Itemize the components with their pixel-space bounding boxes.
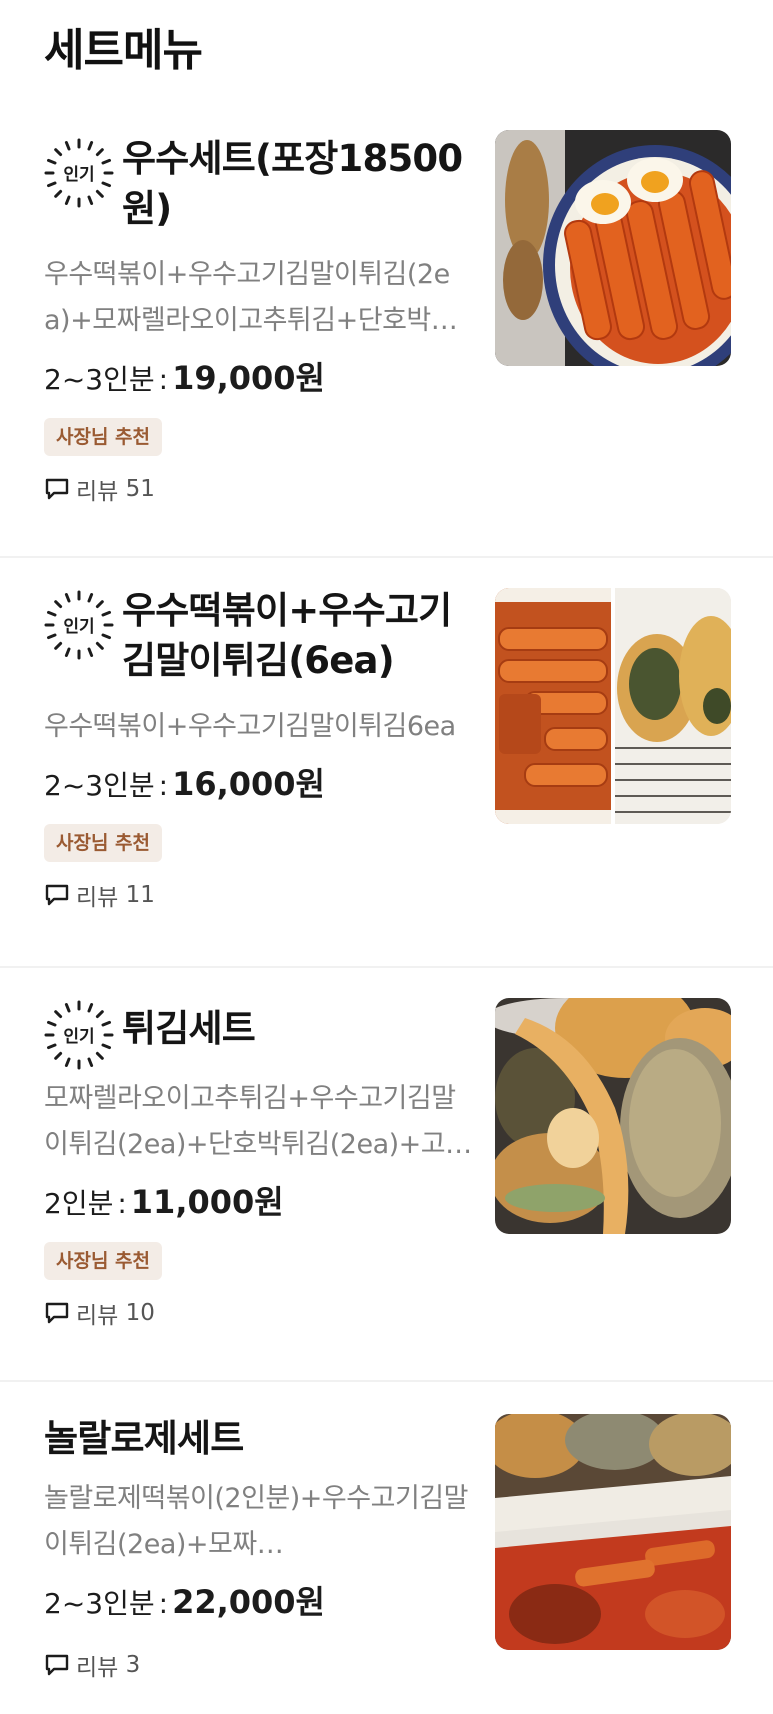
- serving-size: 2인분: [44, 1187, 114, 1220]
- item-price: 19,000원: [172, 359, 325, 397]
- price-row: 2~3인분:19,000원: [44, 358, 474, 400]
- menu-item-info: 놀랄로제세트 놀랄로제떡볶이(2인분)+우수고기김말이튀김(2ea)+모짜… 2…: [44, 1414, 474, 1682]
- popular-badge-label: 인기: [63, 617, 94, 637]
- review-number: 11: [125, 882, 155, 908]
- owner-recommend-badge: 사장님 추천: [44, 418, 163, 456]
- set-menu-page: 세트메뉴 인기 우수세트(포장18500원) 우수떡볶이+우수고기김말이튀김(2…: [0, 0, 773, 1714]
- speech-bubble-icon: [45, 1302, 69, 1324]
- item-price: 22,000원: [172, 1583, 325, 1621]
- section-title: 세트메뉴: [44, 25, 203, 76]
- item-description: 우수떡볶이+우수고기김말이튀김6ea: [44, 711, 456, 742]
- review-count: 리뷰 51: [44, 472, 474, 506]
- rose-set-photo: [495, 1414, 731, 1650]
- tteokbokki-gimmari-photo: [495, 588, 731, 824]
- popular-badge-icon: 인기: [44, 590, 114, 660]
- title-row: 놀랄로제세트: [44, 1414, 474, 1464]
- review-label: 리뷰: [76, 1303, 119, 1329]
- item-description: 모짜렐라오이고추튀김+우수고기김말이튀김(2ea)+단호박튀김(2ea)+고…: [44, 1083, 472, 1160]
- speech-bubble-icon: [45, 478, 69, 500]
- menu-item-1[interactable]: 인기 우수세트(포장18500원) 우수떡볶이+우수고기김말이튀김(2ea)+모…: [0, 104, 773, 558]
- item-name: 튀김세트: [122, 1007, 256, 1050]
- menu-item-image: [495, 1414, 731, 1650]
- menu-item-4[interactable]: 놀랄로제세트 놀랄로제떡볶이(2인분)+우수고기김말이튀김(2ea)+모짜… 2…: [0, 1380, 773, 1714]
- tteokbokki-eggs-photo: [495, 130, 731, 366]
- item-name: 우수떡볶이+우수고기김말이튀김(6ea): [122, 589, 452, 682]
- menu-item-image: [495, 998, 731, 1234]
- item-price: 16,000원: [172, 765, 325, 803]
- price-row: 2~3인분:16,000원: [44, 764, 474, 806]
- popular-badge-label: 인기: [63, 165, 94, 185]
- review-count: 리뷰 10: [44, 1296, 474, 1330]
- serving-size: 2~3인분: [44, 363, 155, 396]
- speech-bubble-icon: [45, 1654, 69, 1676]
- review-count: 리뷰 11: [44, 878, 474, 912]
- review-number: 10: [125, 1300, 155, 1326]
- speech-bubble-icon: [45, 884, 69, 906]
- title-row: 인기 우수세트(포장18500원): [44, 134, 474, 234]
- popular-badge-icon: 인기: [44, 138, 114, 208]
- menu-item-2[interactable]: 인기 우수떡볶이+우수고기김말이튀김(6ea) 우수떡볶이+우수고기김말이튀김6…: [0, 556, 773, 968]
- price-separator: :: [158, 1587, 169, 1620]
- fried-set-photo: [495, 998, 731, 1234]
- item-name: 우수세트(포장18500원): [122, 137, 463, 230]
- title-row: 인기 튀김세트: [44, 996, 474, 1070]
- serving-size: 2~3인분: [44, 769, 155, 802]
- review-label: 리뷰: [76, 1655, 119, 1681]
- menu-item-info: 인기 우수세트(포장18500원) 우수떡볶이+우수고기김말이튀김(2ea)+모…: [44, 134, 474, 506]
- title-row: 인기 우수떡볶이+우수고기김말이튀김(6ea): [44, 586, 474, 686]
- price-separator: :: [117, 1187, 127, 1220]
- owner-recommend-badge: 사장님 추천: [44, 1242, 163, 1280]
- item-description: 우수떡볶이+우수고기김말이튀김(2ea)+모짜렐라오이고추튀김+단호박…: [44, 259, 458, 336]
- review-label: 리뷰: [76, 479, 119, 505]
- item-description: 놀랄로제떡볶이(2인분)+우수고기김말이튀김(2ea)+모짜…: [44, 1483, 468, 1560]
- review-number: 51: [125, 476, 155, 502]
- menu-item-info: 인기 튀김세트 모짜렐라오이고추튀김+우수고기김말이튀김(2ea)+단호박튀김(…: [44, 996, 474, 1330]
- item-name: 놀랄로제세트: [44, 1417, 244, 1460]
- popular-badge-icon: 인기: [44, 1000, 114, 1070]
- review-number: 3: [125, 1652, 141, 1678]
- price-row: 2인분:11,000원: [44, 1182, 474, 1224]
- price-separator: :: [158, 769, 169, 802]
- menu-item-image: [495, 588, 731, 824]
- review-label: 리뷰: [76, 885, 119, 911]
- menu-item-info: 인기 우수떡볶이+우수고기김말이튀김(6ea) 우수떡볶이+우수고기김말이튀김6…: [44, 586, 474, 912]
- price-separator: :: [158, 363, 169, 396]
- price-row: 2~3인분:22,000원: [44, 1582, 474, 1624]
- serving-size: 2~3인분: [44, 1587, 155, 1620]
- menu-item-3[interactable]: 인기 튀김세트 모짜렐라오이고추튀김+우수고기김말이튀김(2ea)+단호박튀김(…: [0, 966, 773, 1382]
- menu-item-image: [495, 130, 731, 366]
- review-count: 리뷰 3: [44, 1648, 474, 1682]
- item-price: 11,000원: [130, 1183, 284, 1221]
- owner-recommend-badge: 사장님 추천: [44, 824, 163, 862]
- popular-badge-label: 인기: [63, 1027, 94, 1047]
